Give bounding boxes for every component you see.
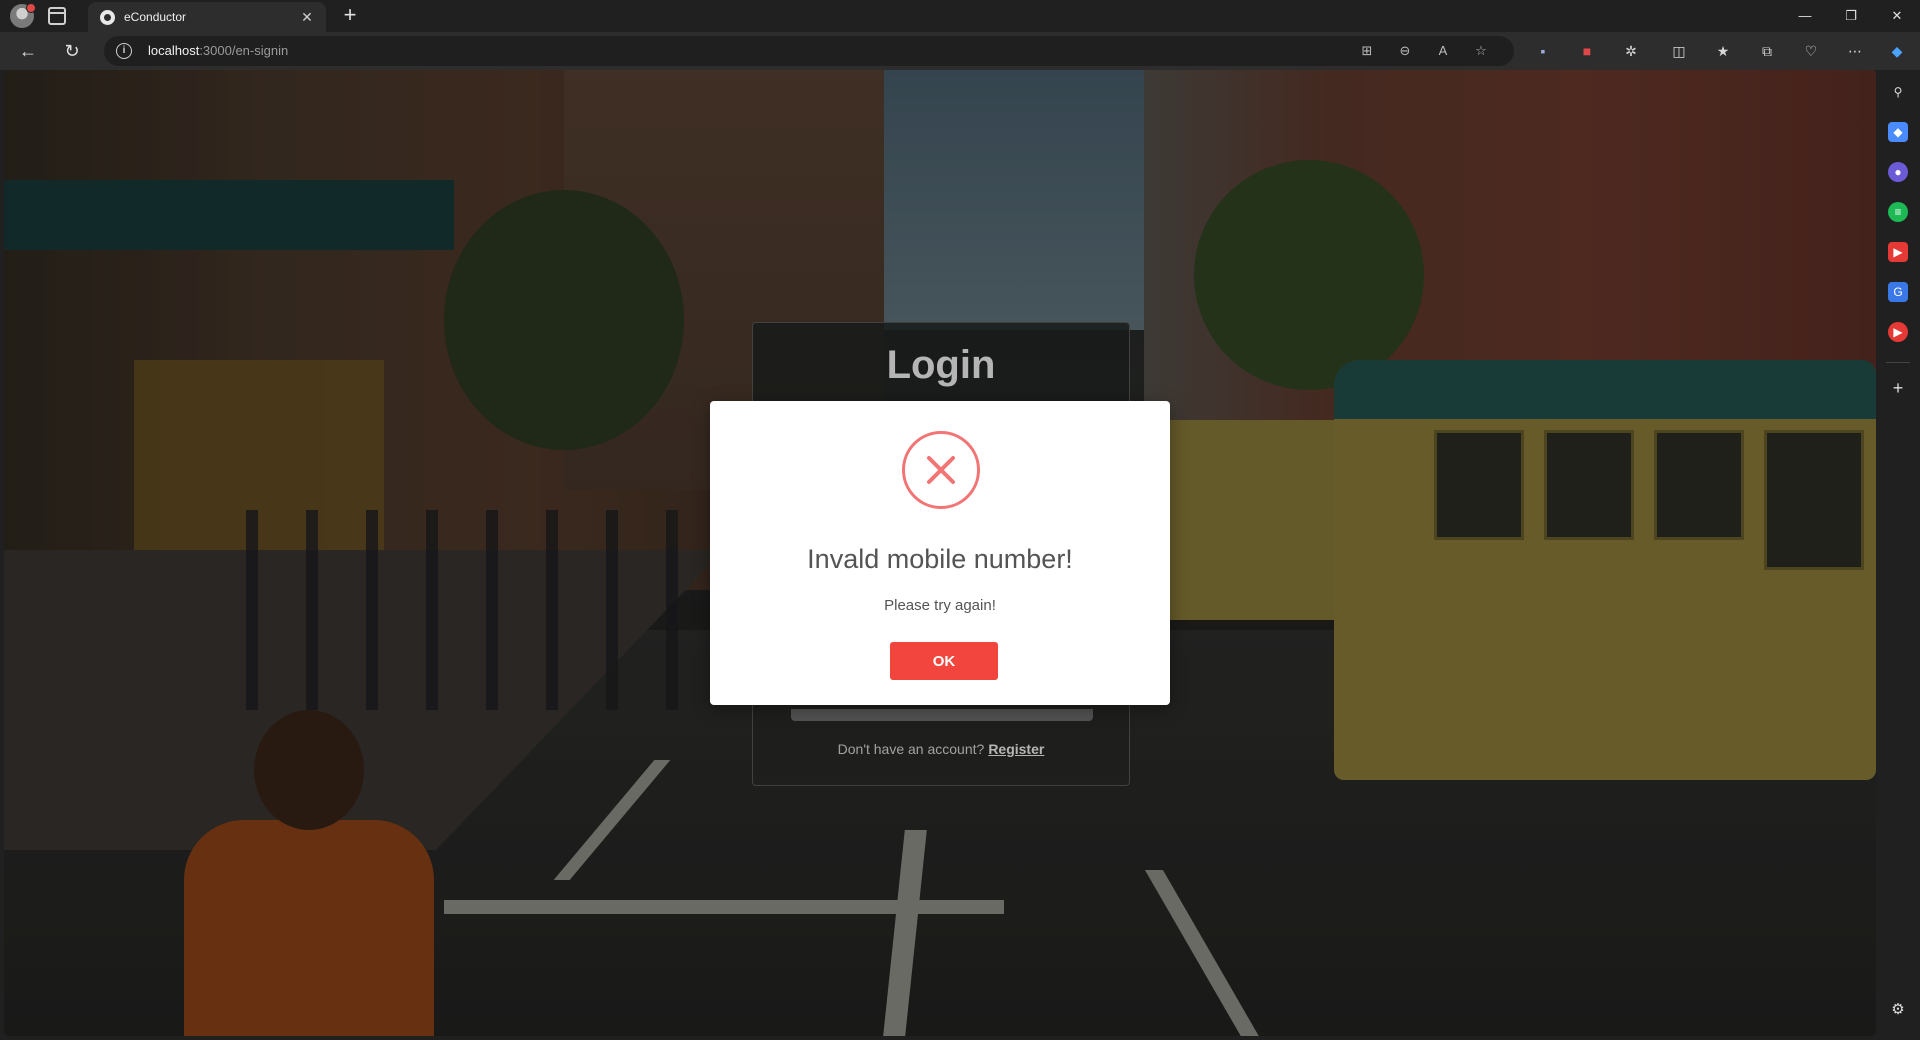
tab-title: eConductor [124,10,187,24]
favorite-icon[interactable]: ☆ [1470,41,1492,61]
spotify-icon[interactable]: ≡ [1888,202,1908,222]
settings-icon[interactable]: ⚙ [1888,1000,1908,1020]
tab-actions-icon[interactable] [48,7,66,25]
performance-icon[interactable]: ♡ [1800,40,1822,62]
address-bar[interactable]: i localhost:3000/en-signin ⊞ ⊖ A ☆ [104,36,1514,66]
app-icon[interactable]: ⊞ [1356,41,1378,61]
info-icon[interactable]: i [116,43,132,59]
zoom-icon[interactable]: ⊖ [1394,41,1416,61]
back-icon[interactable]: ← [14,38,42,64]
url-text[interactable]: localhost:3000/en-signin [148,43,288,58]
browser-sidebar: ⚲ ◆ ● ≡ ▶ G ▶ + ⚙ [1876,70,1920,1040]
navigation-bar: ← ↻ i localhost:3000/en-signin ⊞ ⊖ A ☆ ▪… [0,32,1920,70]
tab-bar: eConductor ✕ + — ❐ ✕ [0,0,1920,32]
page-viewport: Login Don't have an account? Register Inv… [4,70,1876,1036]
extension-red-icon[interactable]: ■ [1576,40,1598,62]
read-aloud-icon[interactable]: A [1432,41,1454,61]
dialog-message: Please try again! [884,597,996,614]
extension-icon[interactable]: ▪ [1532,40,1554,62]
refresh-icon[interactable]: ↻ [58,38,86,64]
new-tab-button[interactable]: + [338,4,362,28]
music-icon[interactable]: ▶ [1888,322,1908,342]
copilot-icon[interactable]: ◆ [1886,40,1908,62]
add-icon[interactable]: + [1888,378,1908,398]
tab-close-icon[interactable]: ✕ [298,8,316,26]
favorites-icon[interactable]: ★ [1712,40,1734,62]
sidebar-divider [1886,362,1910,363]
error-x-icon [902,431,980,509]
youtube-icon[interactable]: ▶ [1888,242,1908,262]
favicon-icon [100,10,115,25]
tab-econductor[interactable]: eConductor ✕ [88,2,326,32]
extensions-icon[interactable]: ✲ [1620,40,1642,62]
more-icon[interactable]: ⋯ [1844,40,1866,62]
ok-button[interactable]: OK [890,642,998,680]
copilot-sidebar-icon[interactable]: ● [1888,162,1908,182]
translate-icon[interactable]: G [1888,282,1908,302]
maximize-button[interactable]: ❐ [1828,0,1874,32]
split-screen-icon[interactable]: ◫ [1668,40,1690,62]
close-window-button[interactable]: ✕ [1874,0,1920,32]
search-icon[interactable]: ⚲ [1888,82,1908,102]
shopping-icon[interactable]: ◆ [1888,122,1908,142]
error-dialog: Invald mobile number! Please try again! … [710,401,1170,705]
collections-icon[interactable]: ⧉ [1756,40,1778,62]
dialog-title: Invald mobile number! [807,544,1073,574]
minimize-button[interactable]: — [1782,0,1828,32]
profile-avatar[interactable] [10,3,36,28]
